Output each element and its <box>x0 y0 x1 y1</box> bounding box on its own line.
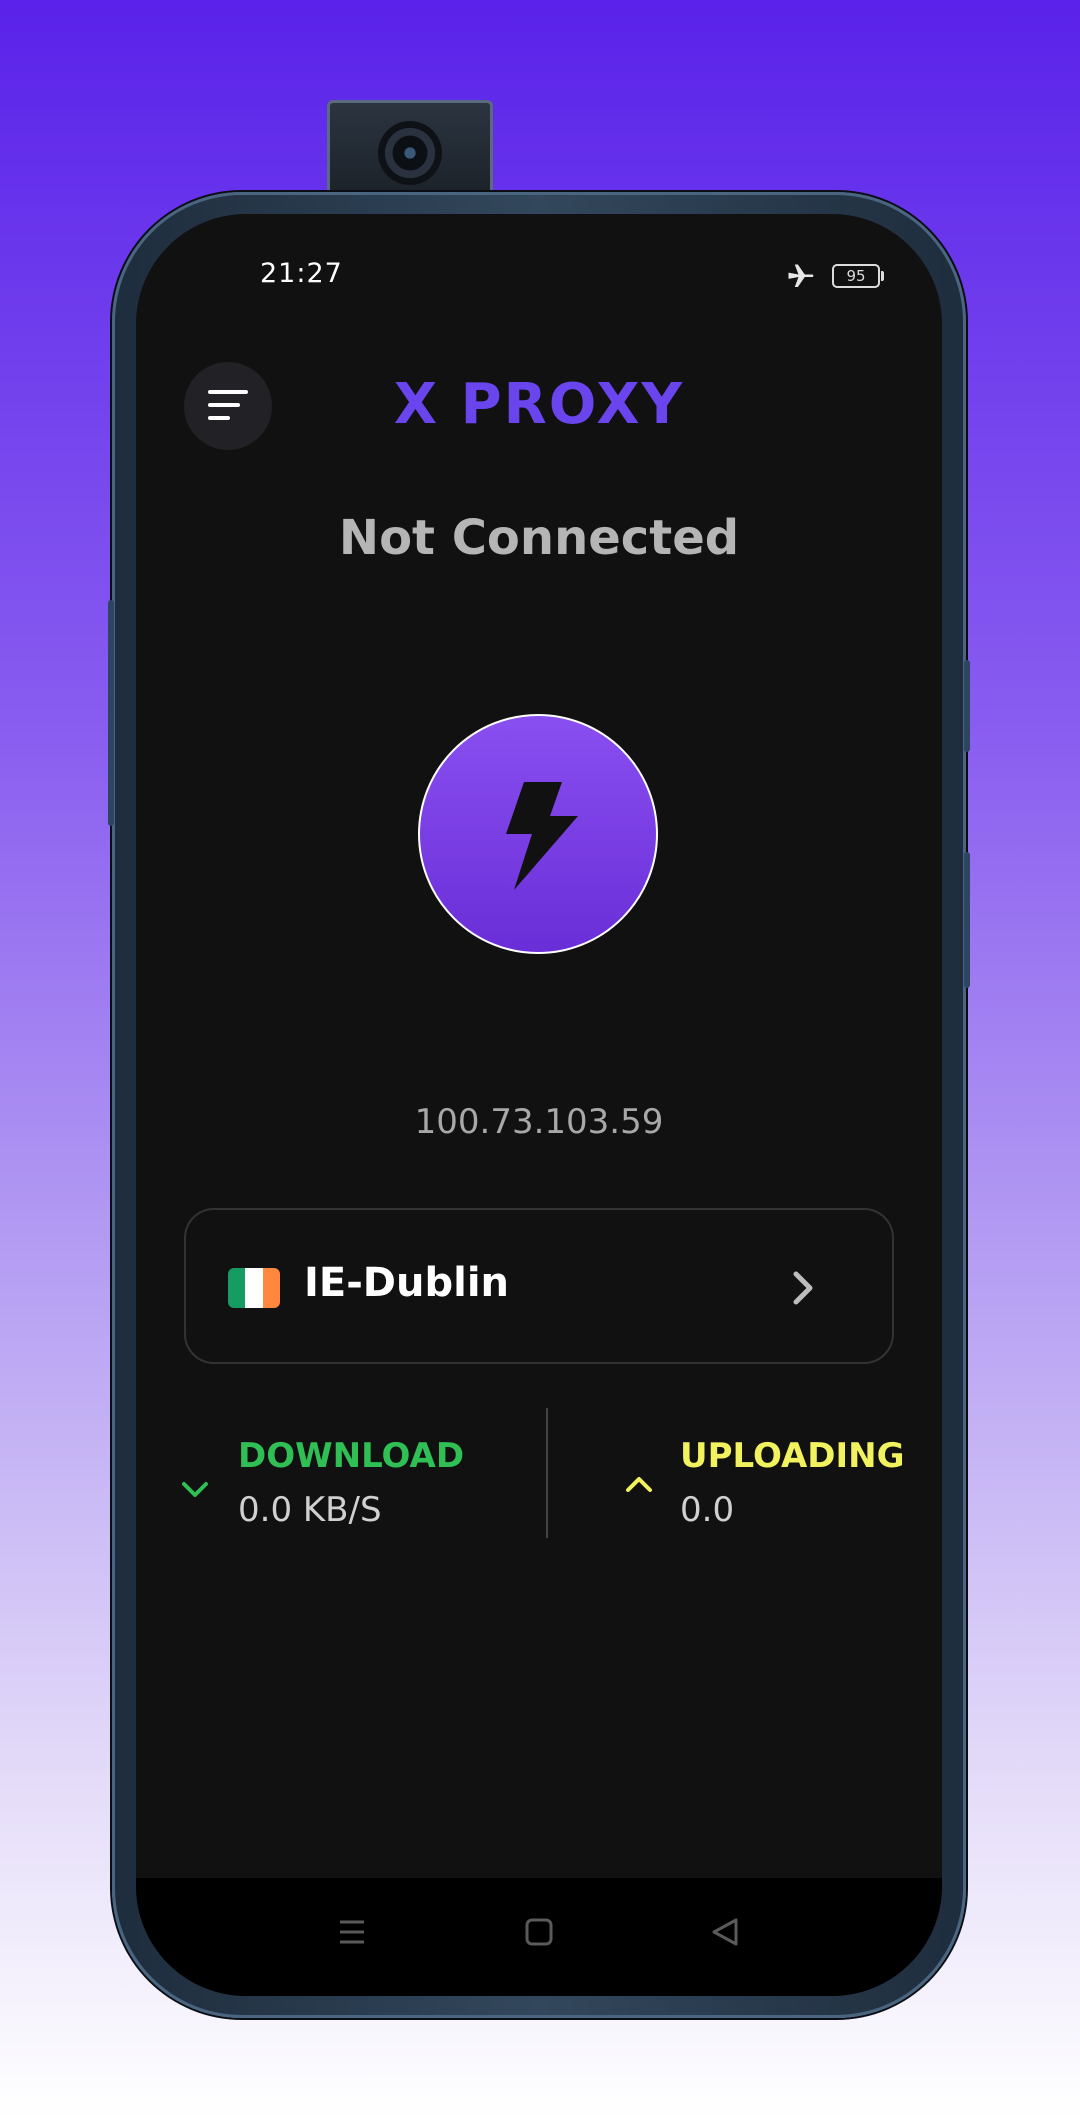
connect-button[interactable] <box>418 714 658 954</box>
connection-status: Not Connected <box>338 510 740 566</box>
phone-screen: 21:27 95 X PROXY Not Connected 100.73.10… <box>136 214 942 1996</box>
download-value: 0.0 KB/S <box>238 1490 382 1530</box>
app-title: X PROXY <box>393 372 685 437</box>
ip-address: 100.73.103.59 <box>414 1102 664 1142</box>
status-time: 21:27 <box>260 258 343 289</box>
stats-divider <box>546 1408 548 1538</box>
status-bar: 21:27 95 <box>136 258 942 298</box>
system-nav-bar <box>136 1878 942 1996</box>
server-name: IE-Dublin <box>304 1260 510 1306</box>
upload-stat: UPLOADING 0.0 <box>556 1436 942 1536</box>
chevron-down-icon <box>182 1482 208 1497</box>
ireland-flag-icon <box>228 1268 280 1308</box>
back-triangle-icon[interactable] <box>706 1912 746 1952</box>
side-button-left <box>108 600 114 826</box>
camera-lens <box>378 121 442 185</box>
download-label: DOWNLOAD <box>238 1436 465 1476</box>
server-selector[interactable]: IE-Dublin <box>184 1208 894 1364</box>
chevron-right-icon <box>793 1271 813 1305</box>
popup-camera <box>327 100 493 200</box>
lightning-bolt-icon <box>506 782 578 890</box>
side-button-right-bottom <box>964 852 970 988</box>
battery-icon: 95 <box>832 264 884 288</box>
home-square-icon[interactable] <box>519 1912 559 1952</box>
menu-lines-icon[interactable] <box>332 1912 372 1952</box>
side-button-right-top <box>964 660 970 752</box>
upload-label: UPLOADING <box>680 1436 905 1476</box>
battery-level: 95 <box>846 267 866 285</box>
chevron-up-icon <box>626 1477 652 1492</box>
upload-value: 0.0 <box>680 1490 735 1530</box>
download-stat: DOWNLOAD 0.0 KB/S <box>136 1436 536 1536</box>
airplane-icon <box>788 264 814 287</box>
